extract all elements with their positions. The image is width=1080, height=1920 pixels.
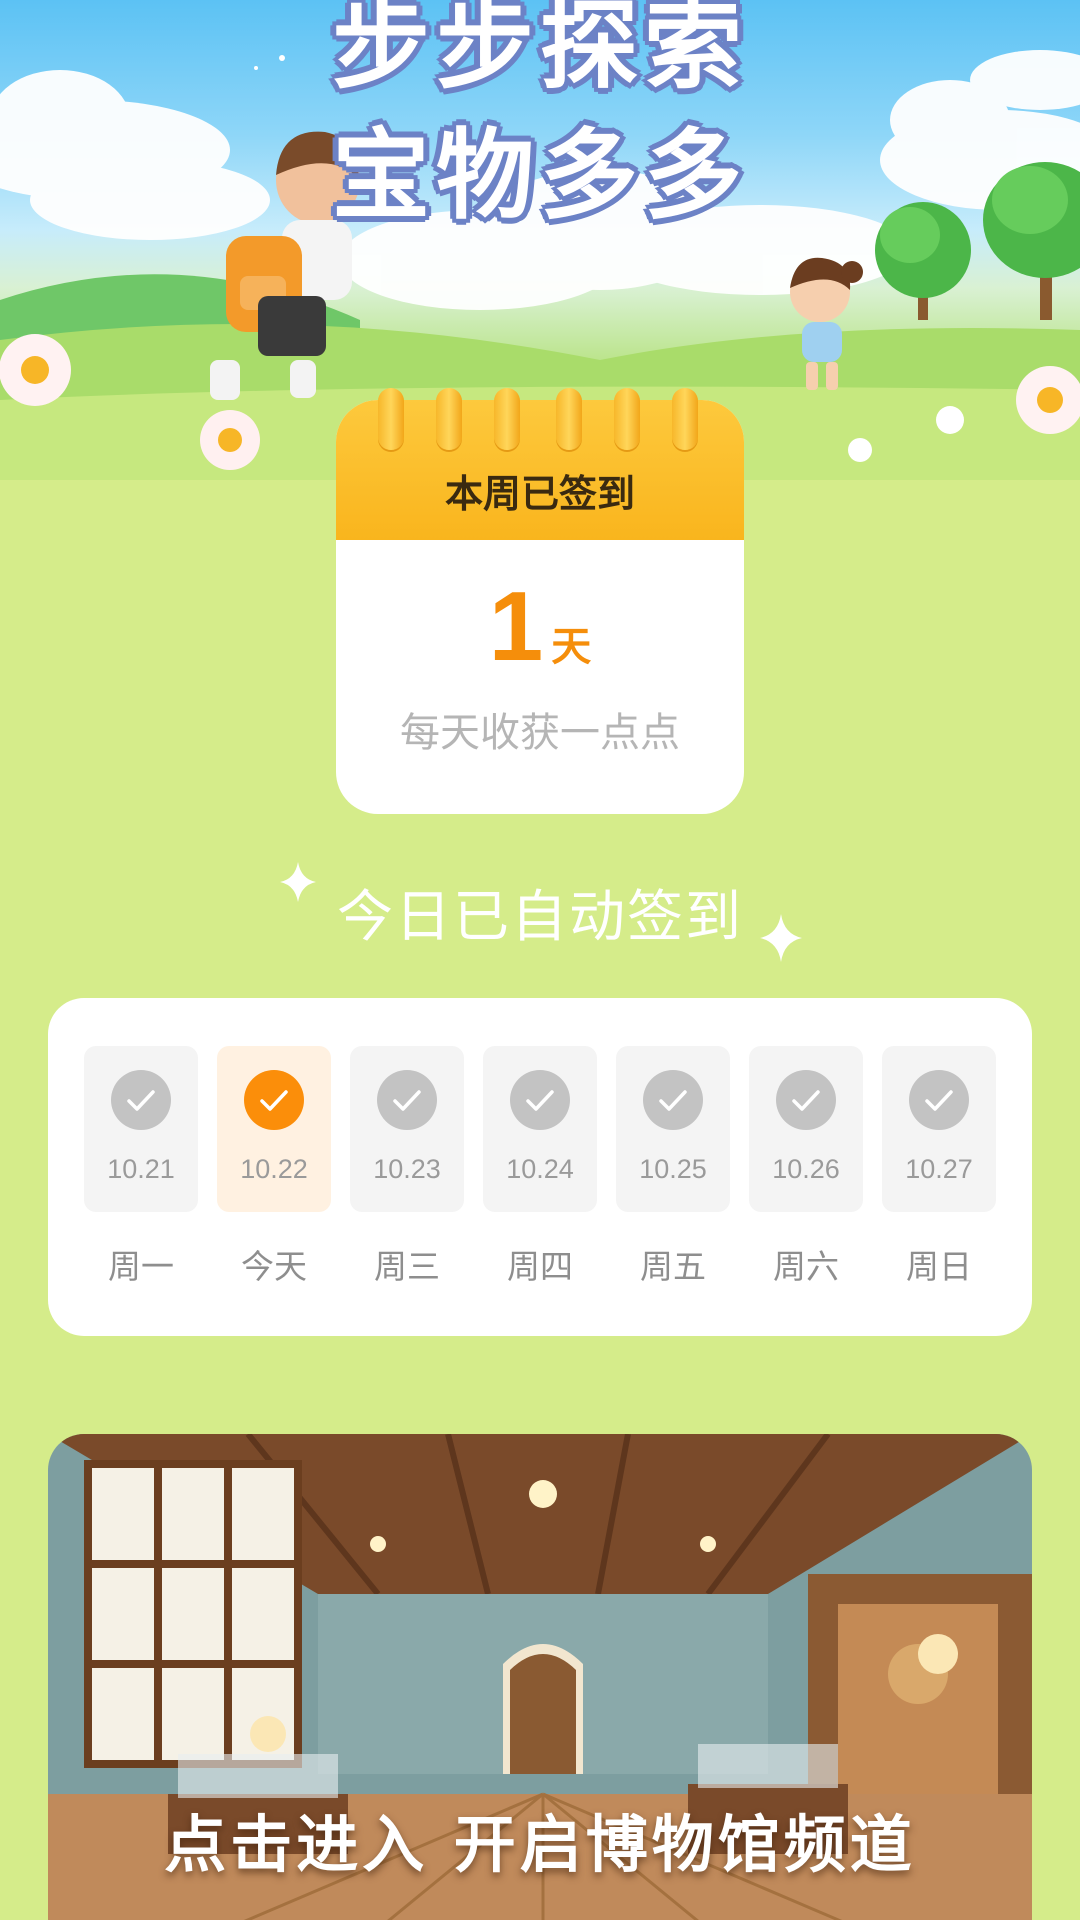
day-item[interactable]: 10.21 周一 bbox=[84, 1046, 198, 1288]
day-item[interactable]: 10.25 周五 bbox=[616, 1046, 730, 1288]
check-circle-icon bbox=[244, 1070, 304, 1130]
day-label: 周三 bbox=[374, 1247, 440, 1286]
auto-checkin-status: 今日已自动签到 bbox=[337, 885, 743, 950]
calendar-ring-icon bbox=[556, 388, 582, 450]
day-label: 今天 bbox=[241, 1247, 307, 1286]
hero-title-line2: 宝物多多 bbox=[331, 119, 748, 233]
checkin-count-unit: 天 bbox=[551, 624, 592, 670]
day-item[interactable]: 10.27 周日 bbox=[882, 1046, 996, 1288]
week-checkin-card: 10.21 周一 10.22 今天 10.23 周三 10.24 周四 10.2… bbox=[48, 998, 1032, 1336]
calendar-ring-icon bbox=[378, 388, 404, 450]
day-date: 10.26 bbox=[772, 1154, 840, 1184]
day-label: 周四 bbox=[507, 1247, 573, 1286]
museum-channel-banner[interactable]: 点击进入 开启博物馆频道 bbox=[48, 1434, 1032, 1920]
day-box: 10.22 bbox=[217, 1046, 331, 1212]
check-circle-icon bbox=[510, 1070, 570, 1130]
banner-text: 点击进入 开启博物馆频道 bbox=[164, 1808, 916, 1881]
day-label: 周六 bbox=[773, 1247, 839, 1286]
day-label: 周一 bbox=[108, 1247, 174, 1286]
calendar-subtitle: 每天收获一点点 bbox=[400, 710, 680, 756]
check-circle-icon bbox=[111, 1070, 171, 1130]
day-box: 10.24 bbox=[483, 1046, 597, 1212]
day-box: 10.26 bbox=[749, 1046, 863, 1212]
check-circle-icon bbox=[909, 1070, 969, 1130]
hero-title-line1: 步步探索 bbox=[331, 0, 748, 103]
day-box: 10.25 bbox=[616, 1046, 730, 1212]
day-date: 10.21 bbox=[107, 1154, 175, 1184]
day-item-today[interactable]: 10.22 今天 bbox=[217, 1046, 331, 1288]
day-item[interactable]: 10.26 周六 bbox=[749, 1046, 863, 1288]
day-label: 周日 bbox=[906, 1247, 972, 1286]
check-circle-icon bbox=[643, 1070, 703, 1130]
sparkle-icon bbox=[760, 914, 802, 962]
day-item[interactable]: 10.24 周四 bbox=[483, 1046, 597, 1288]
calendar-ring-icon bbox=[672, 388, 698, 450]
calendar-header-text: 本周已签到 bbox=[444, 472, 635, 516]
calendar-ring-icon bbox=[614, 388, 640, 450]
day-date: 10.27 bbox=[905, 1154, 973, 1184]
day-date: 10.24 bbox=[506, 1154, 574, 1184]
calendar-ring-icon bbox=[436, 388, 462, 450]
day-box: 10.21 bbox=[84, 1046, 198, 1212]
day-box: 10.23 bbox=[350, 1046, 464, 1212]
day-box: 10.27 bbox=[882, 1046, 996, 1212]
day-date: 10.25 bbox=[639, 1154, 707, 1184]
day-item[interactable]: 10.23 周三 bbox=[350, 1046, 464, 1288]
checkin-day-count: 1天 bbox=[336, 570, 744, 683]
day-date: 10.22 bbox=[240, 1154, 308, 1184]
calendar-rings bbox=[364, 388, 716, 450]
check-circle-icon bbox=[377, 1070, 437, 1130]
day-label: 周五 bbox=[640, 1247, 706, 1286]
day-date: 10.23 bbox=[373, 1154, 441, 1184]
checkin-count-number: 1 bbox=[488, 571, 544, 681]
calendar-ring-icon bbox=[494, 388, 520, 450]
check-circle-icon bbox=[776, 1070, 836, 1130]
